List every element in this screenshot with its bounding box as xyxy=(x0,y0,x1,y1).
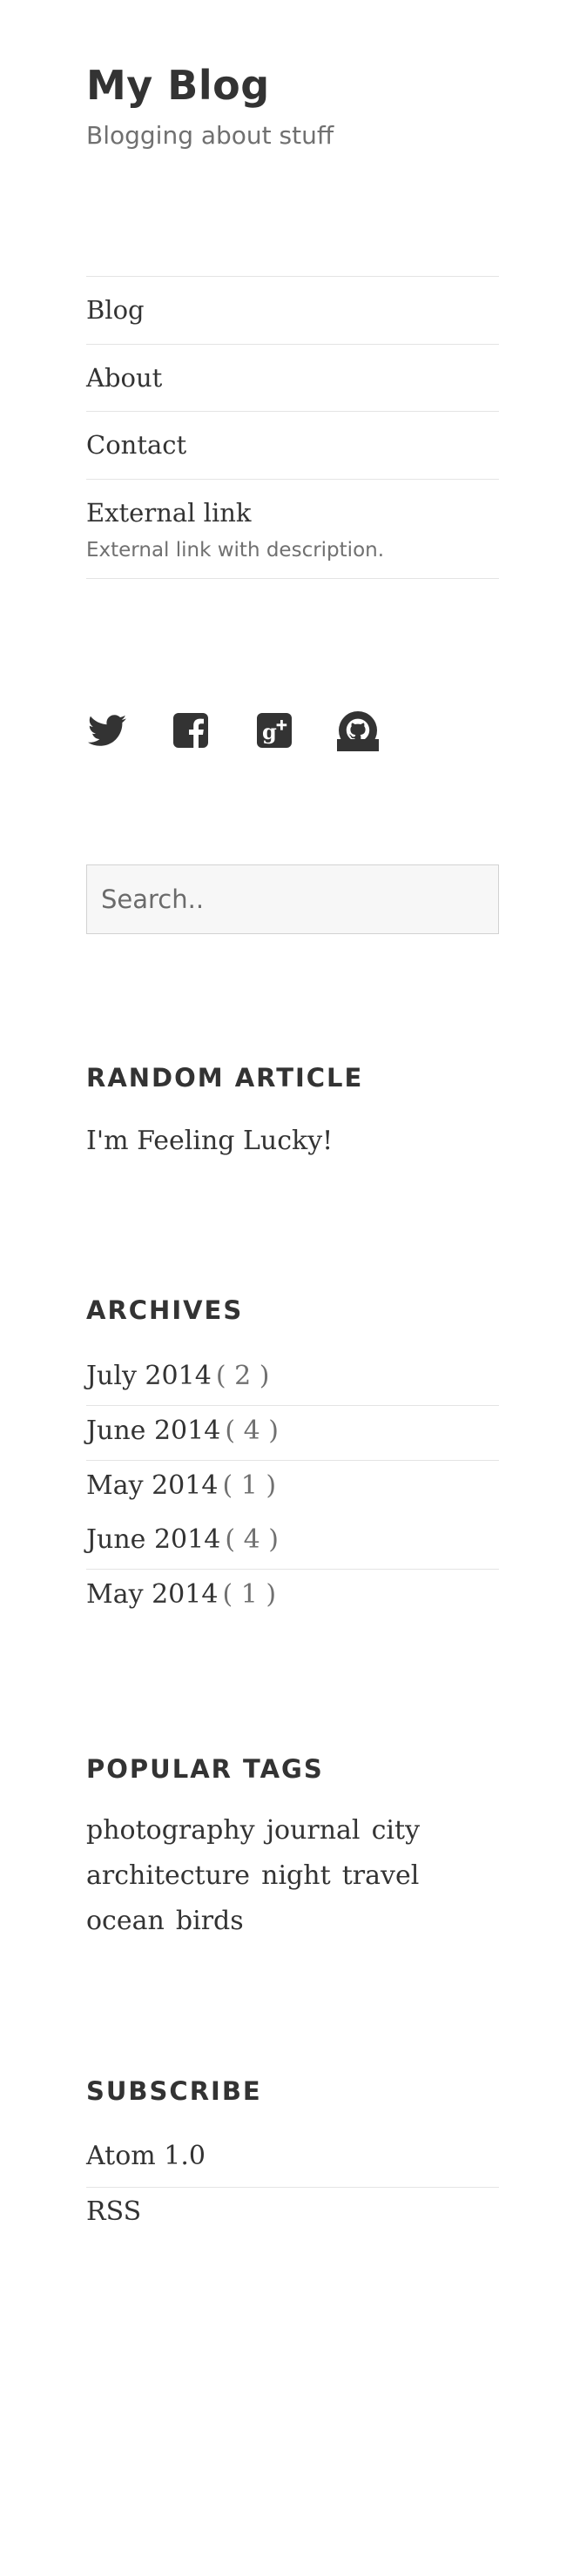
widget-title: POPULAR TAGS xyxy=(86,1753,324,1784)
github-icon[interactable] xyxy=(337,710,379,751)
archive-link[interactable]: July 2014 xyxy=(86,1361,212,1391)
atom-feed-link[interactable]: Atom 1.0 xyxy=(86,2141,206,2171)
tag-link[interactable]: travel xyxy=(342,1860,420,1891)
archive-count: ( 1 ) xyxy=(222,1578,277,1610)
archive-count: ( 2 ) xyxy=(215,1360,270,1391)
nav-item-label[interactable]: Contact xyxy=(86,429,499,462)
sidebar: My Blog Blogging about stuff Blog About … xyxy=(86,0,499,2243)
tag-link[interactable]: architecture xyxy=(86,1860,250,1891)
search-input[interactable] xyxy=(86,864,499,934)
widget-title: SUBSCRIBE xyxy=(86,2075,262,2106)
rss-feed-link[interactable]: RSS xyxy=(86,2196,141,2227)
list-item: May 2014 ( 1 ) xyxy=(86,1570,499,1624)
nav-item-description: External link with description. xyxy=(86,538,385,562)
nav-item-external-link[interactable]: External link External link with descrip… xyxy=(86,480,499,579)
google-plus-icon[interactable]: g xyxy=(253,710,295,751)
tag-link[interactable]: journal xyxy=(266,1815,361,1846)
site-description: Blogging about stuff xyxy=(86,120,334,150)
archive-count: ( 4 ) xyxy=(225,1415,279,1446)
tag-link[interactable]: birds xyxy=(176,1906,244,1936)
widget-title: RANDOM ARTICLE xyxy=(86,1062,364,1093)
list-item: July 2014 ( 2 ) xyxy=(86,1351,499,1406)
archive-link[interactable]: June 2014 xyxy=(86,1524,220,1555)
facebook-icon[interactable] xyxy=(170,710,212,751)
list-item: June 2014 ( 4 ) xyxy=(86,1406,499,1461)
random-article-link[interactable]: I'm Feeling Lucky! xyxy=(86,1126,333,1156)
nav-item-label[interactable]: External link xyxy=(86,497,499,530)
archive-count: ( 4 ) xyxy=(225,1523,279,1555)
random-article-widget: RANDOM ARTICLE I'm Feeling Lucky! xyxy=(86,1063,499,1156)
archive-link[interactable]: May 2014 xyxy=(86,1470,218,1501)
svg-text:g: g xyxy=(262,719,277,744)
list-item: June 2014 ( 4 ) xyxy=(86,1515,499,1570)
list-item: Atom 1.0 xyxy=(86,2132,499,2188)
tag-link[interactable]: photography xyxy=(86,1815,255,1846)
nav-item-about[interactable]: About xyxy=(86,345,499,413)
nav-item-label[interactable]: Blog xyxy=(86,294,499,327)
archive-link[interactable]: June 2014 xyxy=(86,1416,220,1446)
subscribe-widget: SUBSCRIBE Atom 1.0 RSS xyxy=(86,2076,499,2243)
nav-item-label[interactable]: About xyxy=(86,362,499,395)
tag-link[interactable]: ocean xyxy=(86,1906,165,1936)
social-links: g xyxy=(86,710,499,751)
archives-list: July 2014 ( 2 ) June 2014 ( 4 ) May 2014… xyxy=(86,1351,499,1624)
archives-widget: ARCHIVES July 2014 ( 2 ) June 2014 ( 4 )… xyxy=(86,1295,499,1624)
list-item: RSS xyxy=(86,2188,499,2243)
tag-cloud: photography journal city architecture ni… xyxy=(86,1810,499,1946)
archive-count: ( 1 ) xyxy=(222,1470,277,1501)
archive-link[interactable]: May 2014 xyxy=(86,1579,218,1610)
main-navigation: Blog About Contact External link Externa… xyxy=(86,275,499,579)
site-title[interactable]: My Blog xyxy=(86,63,499,109)
nav-item-contact[interactable]: Contact xyxy=(86,412,499,480)
popular-tags-widget: POPULAR TAGS photography journal city ar… xyxy=(86,1754,499,1946)
tag-link[interactable]: city xyxy=(372,1815,420,1846)
list-item: May 2014 ( 1 ) xyxy=(86,1461,499,1515)
tag-link[interactable]: night xyxy=(261,1860,331,1891)
nav-item-blog[interactable]: Blog xyxy=(86,277,499,345)
twitter-icon[interactable] xyxy=(86,710,128,751)
widget-title: ARCHIVES xyxy=(86,1295,244,1325)
site-header: My Blog Blogging about stuff xyxy=(86,63,499,150)
